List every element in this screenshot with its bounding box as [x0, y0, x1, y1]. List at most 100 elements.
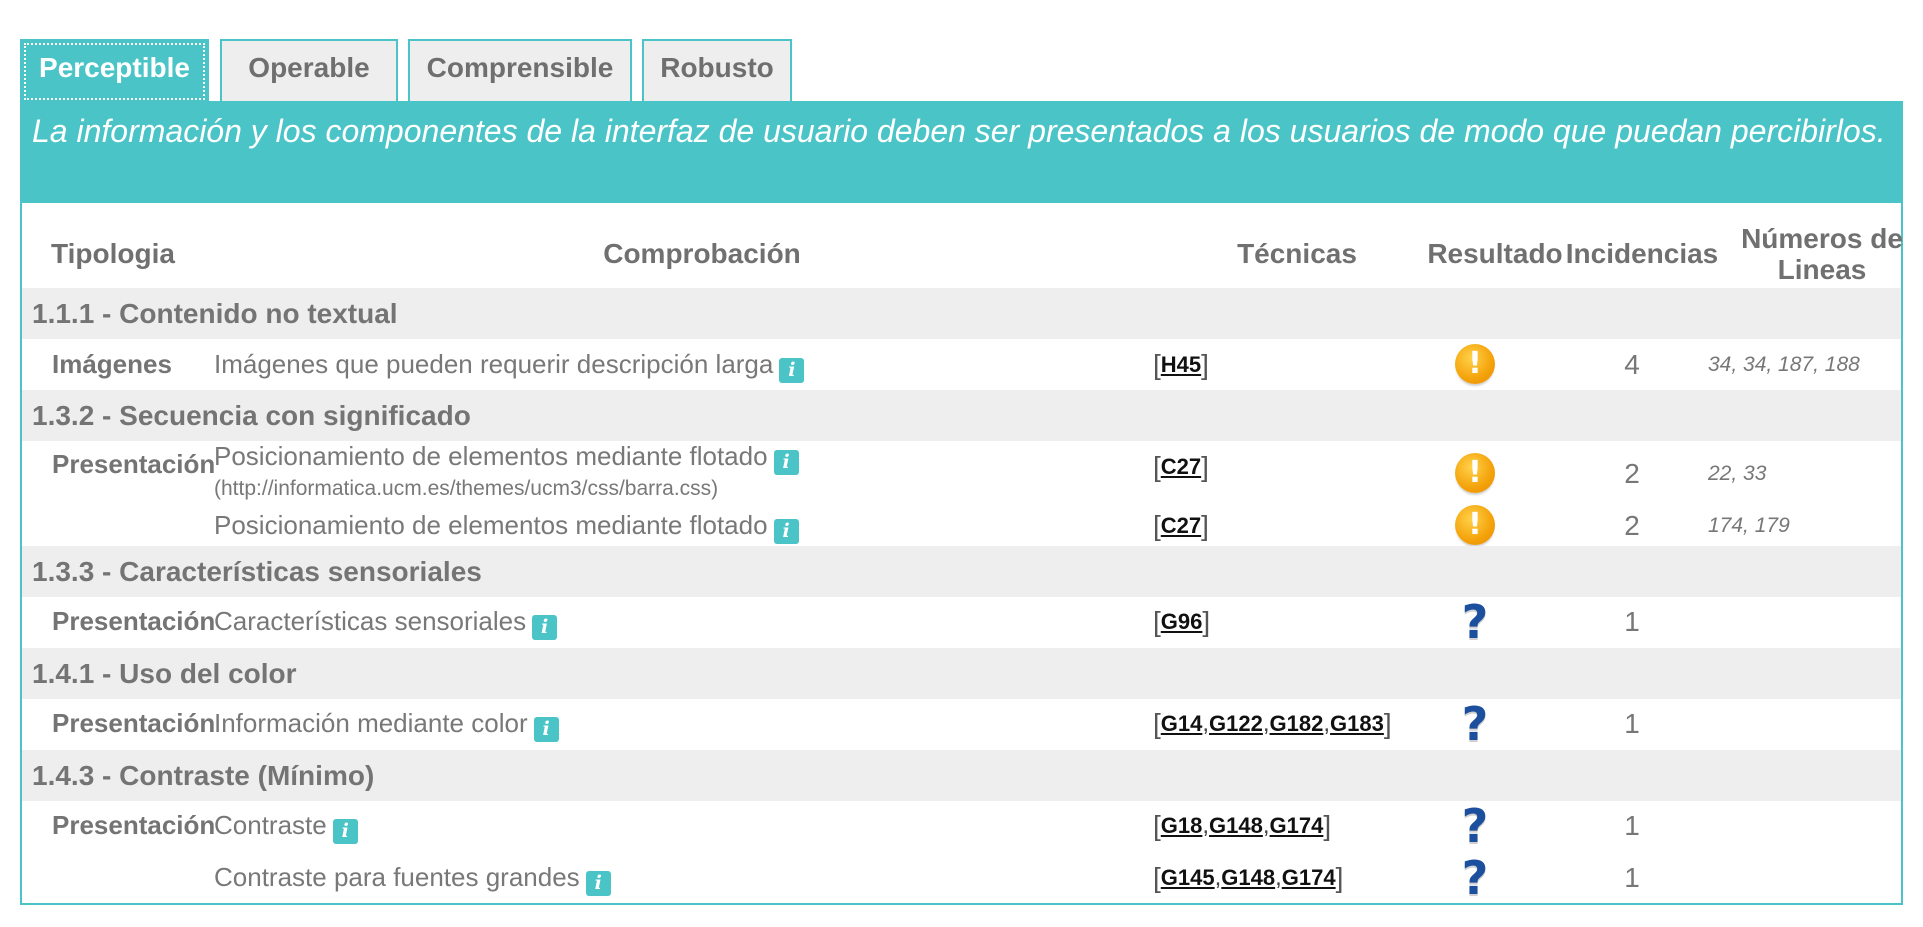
row-incidencias: 1	[1624, 708, 1640, 739]
row-tipologia: Imágenes	[52, 349, 172, 379]
tab-comprensible[interactable]: Comprensible	[408, 39, 632, 102]
table-row: Presentación Posicionamiento de elementos…	[22, 441, 1901, 507]
row-tipologia: Presentación	[52, 606, 216, 636]
technique-link-g96[interactable]: G96	[1161, 609, 1203, 634]
row-tipologia: Presentación	[52, 449, 216, 479]
info-icon[interactable]: i	[779, 358, 805, 383]
info-icon[interactable]: i	[332, 819, 358, 844]
technique-link-c27[interactable]: C27	[1161, 513, 1201, 538]
bracket-close: ]	[1201, 510, 1209, 541]
row-comprobacion: Contraste para fuentes grandes i	[214, 862, 611, 896]
row-tipologia: Presentación	[52, 708, 216, 738]
row-incidencias: 2	[1624, 458, 1640, 489]
header-numeros-line1: Números de	[1741, 223, 1903, 254]
row-resultado: ?	[1455, 595, 1495, 649]
check-label: Contraste para fuentes grandes	[214, 862, 580, 892]
header-tipologia: Tipologia	[51, 238, 175, 269]
bracket-open: [	[1153, 810, 1161, 841]
info-icon[interactable]: i	[585, 871, 611, 896]
bracket-close: ]	[1202, 606, 1211, 637]
row-comprobacion: Contraste i	[214, 810, 358, 844]
row-resultado: !	[1455, 505, 1495, 547]
table-row: Contraste para fuentes grandes i [G145,G14…	[22, 853, 1901, 903]
table-row: Presentación Características sensoriales i…	[22, 597, 1901, 647]
warning-icon: !	[1455, 505, 1495, 545]
section-heading: 1.4.3 - Contraste (Mínimo)	[22, 750, 1901, 801]
row-tecnicas: [C27]	[1153, 510, 1209, 542]
row-numeros-lineas: 34, 34, 187, 188	[1708, 353, 1860, 376]
technique-link-g18[interactable]: G18	[1161, 813, 1203, 838]
row-numeros-lineas: 174, 179	[1708, 514, 1790, 537]
table-row: Presentación Contraste i [G18,G148,G174]? 1	[22, 801, 1901, 851]
table-row: Presentación Información mediante color i […	[22, 699, 1901, 749]
row-tecnicas: [H45]	[1153, 349, 1209, 381]
technique-link-g182[interactable]: G182	[1270, 711, 1324, 736]
technique-separator: ,	[1262, 812, 1270, 839]
check-label: Imágenes que pueden requerir descripción…	[214, 349, 774, 379]
question-icon: ?	[1461, 697, 1489, 751]
technique-link-h45[interactable]: H45	[1161, 352, 1201, 377]
row-comprobacion: Posicionamiento de elementos mediante fl…	[214, 441, 799, 501]
bracket-close: ]	[1201, 451, 1209, 482]
row-tecnicas: [G145,G148,G174]	[1153, 862, 1343, 894]
row-resultado: !	[1455, 453, 1495, 495]
question-icon: ?	[1461, 595, 1489, 649]
technique-separator: ,	[1262, 710, 1270, 737]
technique-link-g122[interactable]: G122	[1209, 711, 1263, 736]
row-comprobacion: Características sensoriales i	[214, 606, 558, 640]
tab-perceptible[interactable]: Perceptible	[20, 39, 209, 104]
technique-link-g14[interactable]: G14	[1161, 711, 1203, 736]
row-tecnicas: [G18,G148,G174]	[1153, 810, 1331, 842]
row-resultado: ?	[1455, 799, 1495, 853]
section-heading: 1.1.1 - Contenido no textual	[22, 288, 1901, 339]
row-tecnicas: [G14,G122,G182,G183]	[1153, 708, 1392, 740]
bracket-close: ]	[1201, 349, 1209, 380]
info-icon[interactable]: i	[773, 519, 799, 544]
technique-link-g183[interactable]: G183	[1330, 711, 1384, 736]
section-heading: 1.4.1 - Uso del color	[22, 648, 1901, 699]
tab-operable[interactable]: Operable	[220, 39, 398, 102]
technique-link-g145[interactable]: G145	[1161, 865, 1215, 890]
technique-link-g148[interactable]: G148	[1209, 813, 1263, 838]
row-tecnicas: [G96]	[1153, 606, 1210, 638]
row-incidencias: 1	[1624, 862, 1640, 893]
row-resultado: ?	[1455, 851, 1495, 905]
row-resultado: ?	[1455, 697, 1495, 751]
bracket-close: ]	[1323, 810, 1332, 841]
check-label: Características sensoriales	[214, 606, 527, 636]
technique-separator: ,	[1275, 864, 1282, 891]
bracket-open: [	[1153, 708, 1161, 739]
technique-link-g174[interactable]: G174	[1270, 813, 1324, 838]
warning-icon: !	[1455, 344, 1495, 384]
technique-link-c27[interactable]: C27	[1161, 454, 1201, 479]
table-row: Imágenes Imágenes que pueden requerir des…	[22, 340, 1901, 390]
question-icon: ?	[1461, 799, 1489, 853]
row-tipologia: Presentación	[52, 810, 216, 840]
section-heading: 1.3.3 - Características sensoriales	[22, 546, 1901, 597]
info-icon[interactable]: i	[773, 450, 799, 475]
technique-link-g174[interactable]: G174	[1282, 865, 1336, 890]
bracket-open: [	[1153, 862, 1161, 893]
row-incidencias: 2	[1624, 510, 1640, 541]
header-tecnicas: Técnicas	[1237, 238, 1357, 269]
row-incidencias: 1	[1624, 606, 1640, 637]
bracket-open: [	[1153, 606, 1161, 637]
question-icon: ?	[1461, 851, 1489, 905]
bracket-close: ]	[1383, 708, 1392, 739]
check-label: Información mediante color	[214, 708, 528, 738]
header-comprobacion: Comprobación	[603, 238, 801, 269]
header-incidencias: Incidencias	[1565, 238, 1719, 269]
tab-robusto[interactable]: Robusto	[642, 39, 792, 102]
principle-description: La información y los componentes de la i…	[22, 103, 1901, 203]
row-incidencias: 4	[1624, 349, 1640, 380]
bracket-open: [	[1153, 510, 1161, 541]
row-comprobacion: Información mediante color i	[214, 708, 559, 742]
table-row: Posicionamiento de elementos mediante fl…	[22, 505, 1901, 547]
technique-link-g148[interactable]: G148	[1221, 865, 1275, 890]
info-icon[interactable]: i	[532, 615, 558, 640]
row-comprobacion: Imágenes que pueden requerir descripción…	[214, 349, 805, 383]
check-label: Contraste	[214, 810, 327, 840]
info-icon[interactable]: i	[533, 717, 559, 742]
row-incidencias: 1	[1624, 810, 1640, 841]
row-comprobacion: Posicionamiento de elementos mediante fl…	[214, 510, 799, 544]
